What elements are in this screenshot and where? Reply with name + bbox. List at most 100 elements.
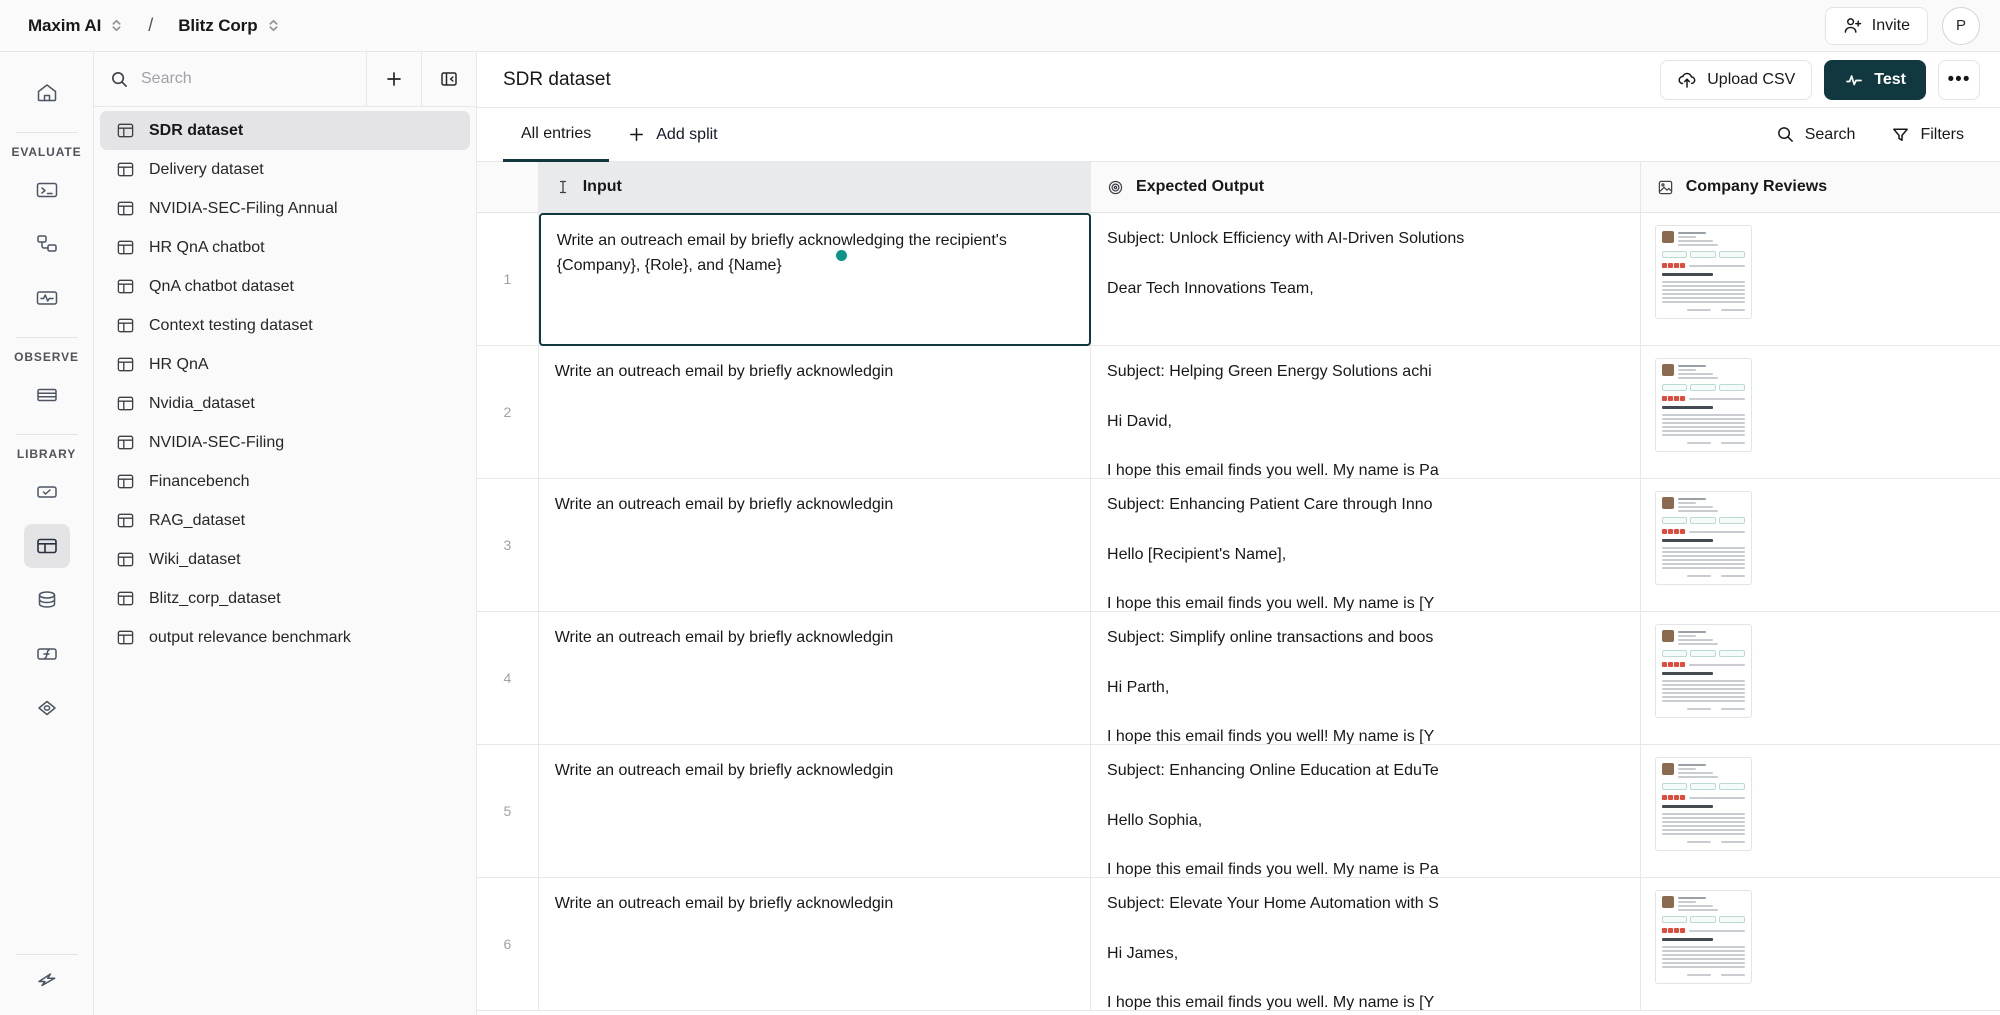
search-input[interactable] (141, 70, 366, 88)
dataset-list-item-label: HR QnA (149, 356, 209, 374)
thumb-line (1678, 236, 1697, 238)
page-title: SDR dataset (503, 69, 611, 91)
cell-input[interactable]: Write an outreach email by briefly ackno… (538, 612, 1090, 745)
cell-input[interactable]: Write an outreach email by briefly ackno… (538, 346, 1090, 479)
breadcrumb-org[interactable]: Maxim AI (28, 16, 101, 36)
cell-expected-output[interactable]: Subject: Simplify online transactions an… (1091, 612, 1641, 745)
cell-expected-output[interactable]: Subject: Elevate Your Home Automation wi… (1091, 878, 1641, 1011)
cell-company-reviews[interactable] (1640, 878, 2000, 1011)
cell-company-reviews[interactable] (1640, 745, 2000, 878)
cell-expected-output[interactable]: Subject: Helping Green Energy Solutions … (1091, 346, 1641, 479)
table-row[interactable]: 2Write an outreach email by briefly ackn… (477, 346, 2000, 479)
cell-company-reviews[interactable] (1640, 346, 2000, 479)
cell-company-reviews[interactable] (1640, 213, 2000, 346)
cell-input[interactable]: Write an outreach email by briefly ackno… (538, 479, 1090, 612)
review-thumbnail[interactable] (1655, 491, 1752, 585)
dataset-list-item[interactable]: NVIDIA-SEC-Filing (100, 423, 470, 462)
plus-icon (627, 125, 646, 144)
table-row[interactable]: 1Write an outreach email by briefly ackn… (477, 213, 2000, 346)
test-button[interactable]: Test (1824, 60, 1926, 100)
invite-button[interactable]: Invite (1825, 7, 1928, 45)
dataset-list-item[interactable]: HR QnA (100, 345, 470, 384)
thumb-body (1662, 946, 1745, 968)
thumb-line (1687, 309, 1711, 311)
review-thumbnail[interactable] (1655, 624, 1752, 718)
breadcrumb-workspace[interactable]: Blitz Corp (178, 16, 257, 36)
context-icon[interactable] (24, 686, 70, 730)
checklist-icon[interactable] (24, 470, 70, 514)
workspace-switcher-icon[interactable] (267, 17, 280, 34)
dataset-list-item-label: Financebench (149, 473, 250, 491)
table-row[interactable]: 5Write an outreach email by briefly ackn… (477, 745, 2000, 878)
workflow-icon[interactable] (24, 222, 70, 266)
review-thumbnail[interactable] (1655, 757, 1752, 851)
cell-expected-output[interactable]: Subject: Enhancing Online Education at E… (1091, 745, 1641, 878)
dataset-list-item[interactable]: Delivery dataset (100, 150, 470, 189)
rail-divider-3 (16, 434, 78, 435)
cell-company-reviews[interactable] (1640, 479, 2000, 612)
tabrow-actions: Search Filters (1762, 108, 2000, 161)
review-thumbnail[interactable] (1655, 890, 1752, 984)
table-header: Input Expected Output (477, 162, 2000, 213)
cell-input-editor[interactable]: Write an outreach email by briefly ackno… (539, 213, 1091, 346)
dataset-list-item[interactable]: QnA chatbot dataset (100, 267, 470, 306)
dataset-list-item[interactable]: NVIDIA-SEC-Filing Annual (100, 189, 470, 228)
dataset-list-item[interactable]: Context testing dataset (100, 306, 470, 345)
cell-expected-output[interactable]: Subject: Enhancing Patient Care through … (1091, 479, 1641, 612)
thumb-chip (1690, 916, 1716, 923)
cell-input[interactable]: Write an outreach email by briefly ackno… (538, 213, 1090, 346)
dataset-icon (116, 316, 135, 335)
function-icon[interactable] (24, 632, 70, 676)
cell-input[interactable]: Write an outreach email by briefly ackno… (538, 878, 1090, 1011)
home-icon[interactable] (24, 71, 70, 115)
dataset-list-item[interactable]: output relevance benchmark (100, 618, 470, 657)
tab-all-entries[interactable]: All entries (503, 108, 609, 162)
thumb-line (1689, 531, 1745, 533)
dataset-icon (116, 394, 135, 413)
collapse-panel-icon[interactable] (421, 52, 476, 106)
upload-csv-button[interactable]: Upload CSV (1660, 60, 1812, 100)
review-thumbnail[interactable] (1655, 225, 1752, 319)
logs-icon[interactable] (24, 373, 70, 417)
dataset-list-item[interactable]: Wiki_dataset (100, 540, 470, 579)
column-header-expected-output[interactable]: Expected Output (1091, 162, 1641, 213)
add-dataset-button[interactable] (366, 52, 421, 106)
column-header-input[interactable]: Input (538, 162, 1090, 213)
search-box[interactable] (94, 52, 366, 106)
row-number: 3 (477, 479, 538, 612)
thumb-chips (1662, 384, 1745, 391)
lightning-icon[interactable] (24, 966, 70, 1010)
dataset-list-item[interactable]: Blitz_corp_dataset (100, 579, 470, 618)
filters-button[interactable]: Filters (1877, 116, 1978, 154)
add-split-button[interactable]: Add split (609, 108, 735, 161)
sidebar-item-datasets[interactable] (24, 524, 70, 568)
star-icon (1680, 529, 1685, 534)
dataset-icon (116, 199, 135, 218)
cell-expected-output[interactable]: Subject: Unlock Efficiency with AI-Drive… (1091, 213, 1641, 346)
dataset-list-item-label: Delivery dataset (149, 161, 264, 179)
database-icon[interactable] (24, 578, 70, 622)
dataset-list-item[interactable]: SDR dataset (100, 111, 470, 150)
dataset-list-item[interactable]: Nvidia_dataset (100, 384, 470, 423)
table-row[interactable]: 6Write an outreach email by briefly ackn… (477, 878, 2000, 1011)
org-switcher-icon[interactable] (110, 17, 123, 34)
dataset-list-item[interactable]: Financebench (100, 462, 470, 501)
terminal-icon[interactable] (24, 168, 70, 212)
dataset-list-item[interactable]: RAG_dataset (100, 501, 470, 540)
cell-input[interactable]: Write an outreach email by briefly ackno… (538, 745, 1090, 878)
table-row[interactable]: 3Write an outreach email by briefly ackn… (477, 479, 2000, 612)
cell-company-reviews[interactable] (1640, 612, 2000, 745)
thumb-line (1662, 547, 1745, 549)
dataset-list-item[interactable]: HR QnA chatbot (100, 228, 470, 267)
thumb-line (1678, 510, 1718, 512)
table-search-button[interactable]: Search (1762, 116, 1870, 154)
column-header-company-reviews[interactable]: Company Reviews (1640, 162, 2000, 213)
table-row[interactable]: 4Write an outreach email by briefly ackn… (477, 612, 2000, 745)
thumb-chip (1719, 916, 1745, 923)
thumb-title (1662, 539, 1713, 542)
activity-icon[interactable] (24, 276, 70, 320)
more-options-button[interactable]: ••• (1938, 60, 1980, 100)
table-scroll-area[interactable]: Input Expected Output (477, 162, 2000, 1015)
avatar[interactable]: P (1942, 7, 1980, 45)
review-thumbnail[interactable] (1655, 358, 1752, 452)
